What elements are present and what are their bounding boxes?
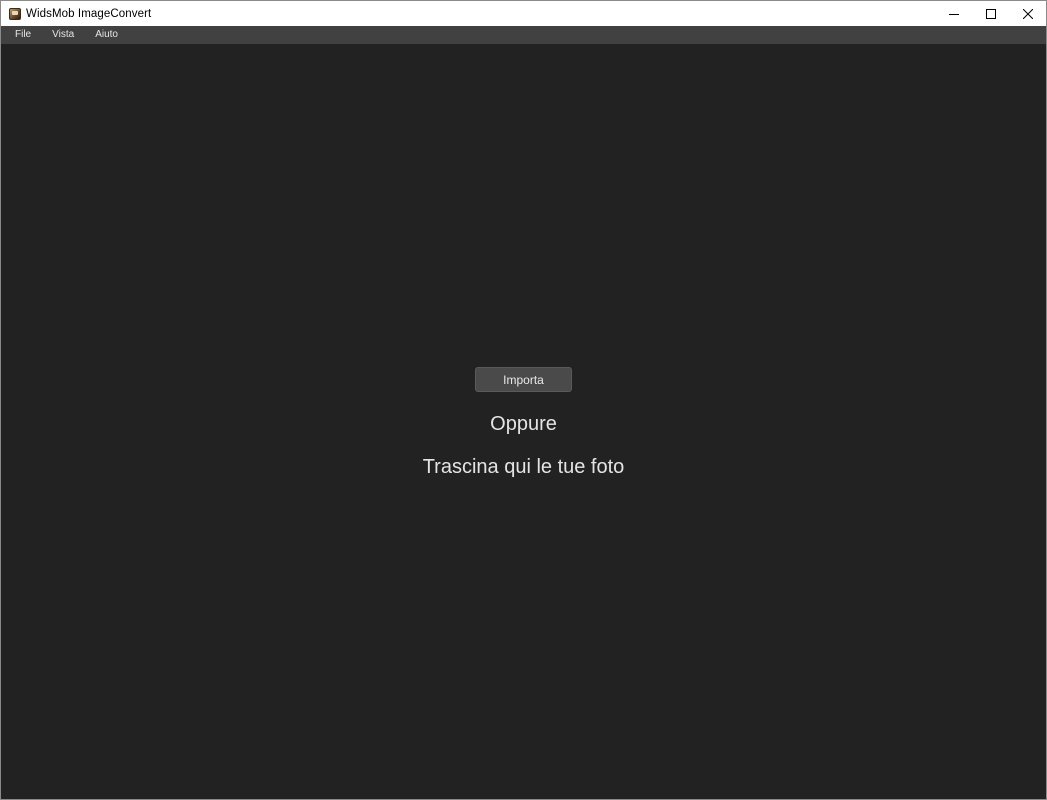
drop-hint-label: Trascina qui le tue foto xyxy=(422,456,625,478)
minimize-button[interactable] xyxy=(935,1,972,26)
close-button[interactable] xyxy=(1009,1,1046,26)
menu-bar: File Vista Aiuto xyxy=(1,26,1046,44)
maximize-button[interactable] xyxy=(972,1,1009,26)
menu-file[interactable]: File xyxy=(9,26,37,44)
menu-vista[interactable]: Vista xyxy=(46,26,80,44)
app-window: WidsMob ImageConvert File Vista Aiuto Im… xyxy=(0,0,1047,800)
menu-aiuto[interactable]: Aiuto xyxy=(89,26,124,44)
title-bar[interactable]: WidsMob ImageConvert xyxy=(1,1,1046,26)
close-icon xyxy=(1022,8,1033,19)
maximize-icon xyxy=(985,8,996,19)
app-logo-icon xyxy=(9,7,21,20)
or-label: Oppure xyxy=(490,413,557,435)
minimize-icon xyxy=(948,13,959,15)
window-title: WidsMob ImageConvert xyxy=(26,7,152,20)
window-controls xyxy=(935,1,1046,26)
import-button[interactable]: Importa xyxy=(475,367,572,392)
drop-zone[interactable]: Importa Oppure Trascina qui le tue foto xyxy=(1,44,1046,799)
